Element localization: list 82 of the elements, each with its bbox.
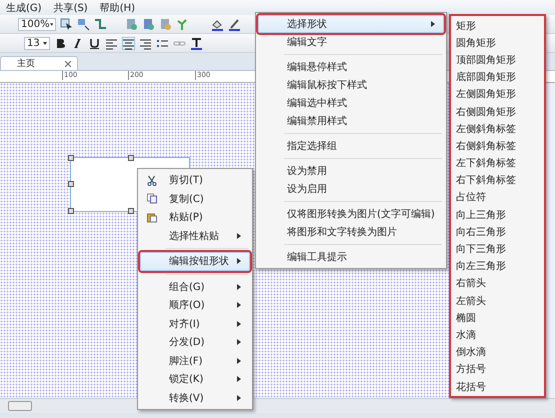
menu-item[interactable]: 设为禁用 [258, 162, 444, 180]
submenu-arrow-icon [237, 376, 241, 382]
menu-bar-item[interactable]: 共享(S) [54, 0, 88, 14]
menu-item[interactable]: 左下斜角标签 [453, 154, 542, 172]
menu-item[interactable]: 倒水滴 [453, 344, 542, 361]
menu-item[interactable]: 脚注(F) [140, 352, 250, 370]
menu-item[interactable]: 选择性粘贴 [140, 226, 250, 245]
menu-item[interactable]: 右下斜角标签 [453, 172, 542, 189]
bold-icon[interactable] [54, 36, 67, 50]
menu-item[interactable]: 分发(D) [140, 333, 250, 352]
menu-item[interactable]: 编辑悬停样式 [258, 58, 444, 76]
menu-item[interactable]: 左箭头 [453, 292, 542, 310]
menu-item[interactable]: 对齐(I) [140, 314, 250, 333]
menu-item[interactable]: 椭圆 [453, 309, 542, 326]
menu-item[interactable]: 向上三角形 [453, 206, 542, 224]
menu-item[interactable]: 圆角矩形 [453, 34, 542, 52]
menu-item[interactable]: 右箭头 [453, 274, 542, 292]
menu-item[interactable]: 向左三角形 [453, 258, 542, 275]
copy-icon [145, 193, 159, 204]
menu-item[interactable]: 编辑文字 [258, 33, 444, 51]
menu-item[interactable]: 将图形和文字转换为图片 [258, 223, 444, 241]
page-icon[interactable] [142, 18, 155, 30]
close-icon[interactable] [65, 60, 71, 66]
menu-item[interactable]: 粘贴(P) [140, 208, 250, 226]
menu-item[interactable]: 右侧斜角标签 [453, 137, 542, 154]
menu-item[interactable]: 编辑鼠标按下样式 [258, 76, 444, 94]
menu-item[interactable]: 底部圆角矩形 [453, 68, 542, 86]
connector-tool-icon[interactable] [77, 18, 90, 30]
menu-item[interactable]: 左侧圆角矩形 [453, 86, 542, 103]
menu-item[interactable]: 编辑按钮形状 [140, 252, 250, 270]
menu-item[interactable]: 锁定(K) [140, 370, 250, 388]
text-color-icon[interactable] [190, 36, 203, 50]
menu-item[interactable]: 占位符 [453, 188, 542, 206]
align-left-icon[interactable] [105, 36, 118, 50]
submenu-arrow-icon [237, 339, 241, 346]
page-tab[interactable]: 主页 [0, 56, 78, 70]
menu-item[interactable]: 矩形 [453, 17, 542, 34]
menu-item[interactable]: 向下三角形 [453, 240, 542, 258]
menu-item[interactable]: 水滴 [453, 326, 542, 344]
dropdown-caret-icon [43, 42, 47, 44]
menu-item[interactable]: 顺序(O) [140, 296, 250, 314]
submenu-arrow-icon [237, 302, 241, 308]
fill-color-icon[interactable] [211, 18, 224, 30]
zoom-dropdown[interactable]: 100% [18, 18, 56, 30]
menu-item[interactable]: 花括号 [453, 378, 542, 396]
page-icon[interactable] [125, 18, 138, 30]
dropdown-caret-icon [50, 22, 53, 26]
menu-item[interactable]: 转换(V) [140, 388, 250, 407]
submenu-arrow-icon [237, 258, 241, 264]
menu-item[interactable]: 仅将图形转换为图片(文字可编辑) [258, 205, 444, 223]
submenu-arrow-icon [237, 284, 241, 290]
align-center-icon[interactable] [122, 36, 135, 50]
font-size-dropdown[interactable]: 13 [24, 36, 50, 50]
menu-item[interactable]: 编辑选中样式 [258, 94, 444, 112]
submenu-arrow-icon [237, 394, 241, 401]
menu-item[interactable]: 顶部圆角矩形 [453, 51, 542, 69]
menu-bar-item[interactable]: 生成(G) [6, 0, 42, 14]
menu-item[interactable]: 方括号 [453, 360, 542, 378]
submenu-arrow-icon [430, 21, 435, 27]
submenu-arrow-icon [237, 358, 241, 364]
menu-item[interactable]: 选择形状 [258, 15, 444, 33]
scissors-icon [145, 174, 159, 186]
menu-item[interactable]: 剪切(T) [140, 171, 250, 190]
menu-item[interactable]: 指定选择组 [258, 137, 444, 155]
menu-item[interactable]: 右侧圆角矩形 [453, 102, 542, 120]
menu-item[interactable]: 设为启用 [258, 180, 444, 198]
menu-item[interactable]: 编辑工具提示 [258, 248, 444, 266]
menu-item[interactable]: 左侧斜角标签 [453, 120, 542, 138]
scrollbar-thumb[interactable] [8, 401, 32, 411]
menu-item[interactable]: 复制(C) [140, 190, 250, 208]
menu-bar-item[interactable]: 帮助(H) [100, 0, 136, 14]
menu-item[interactable]: 编辑禁用样式 [258, 112, 444, 130]
paste-icon [145, 212, 159, 223]
connector-line-icon[interactable] [94, 18, 107, 30]
select-tool-icon[interactable] [60, 18, 73, 30]
underline-icon[interactable] [88, 36, 101, 50]
menu-item[interactable]: 组合(G) [140, 278, 250, 296]
line-color-icon[interactable] [228, 18, 241, 30]
submenu-arrow-icon [237, 320, 241, 327]
menu-item[interactable]: 向右三角形 [453, 223, 542, 240]
align-right-icon[interactable] [139, 36, 152, 50]
submenu-arrow-icon [237, 232, 241, 239]
